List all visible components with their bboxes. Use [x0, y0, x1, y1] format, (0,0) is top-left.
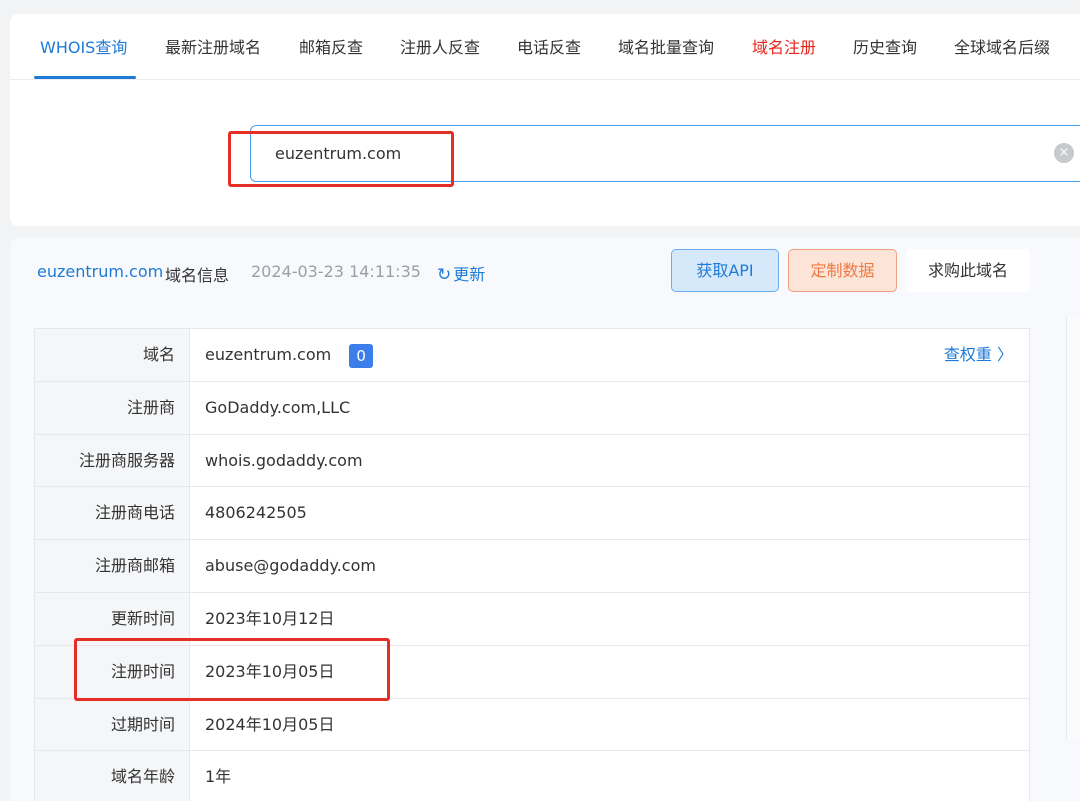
refresh-icon: ↻: [437, 265, 452, 285]
row-label: 过期时间: [35, 698, 190, 751]
refresh-label: 更新: [453, 265, 486, 284]
row-label: 注册商邮箱: [35, 540, 190, 592]
row-value: 2023年10月12日: [205, 608, 335, 628]
row-label: 注册商服务器: [35, 434, 190, 487]
tab-phone-reverse[interactable]: 电话反查: [517, 38, 581, 58]
domain-value: euzentrum.com: [205, 345, 332, 364]
table-row: 域名年龄 1年: [35, 751, 1029, 801]
info-header: euzentrum.com 域名信息 2024-03-23 14:11:35 ↻…: [10, 238, 1080, 304]
row-label: 注册商: [35, 381, 190, 434]
table-row: 注册商邮箱 abuse@godaddy.com: [35, 540, 1029, 593]
table-row: 注册时间 2023年10月05日: [35, 645, 1029, 699]
custom-data-button[interactable]: 定制数据: [788, 249, 897, 292]
tab-batch-query[interactable]: 域名批量查询: [618, 38, 714, 58]
tab-bar: WHOIS查询 最新注册域名 邮箱反查 注册人反查 电话反查 域名批量查询 域名…: [10, 14, 1080, 80]
side-panel-edge: [1066, 318, 1080, 738]
row-label: 注册商电话: [35, 487, 190, 540]
row-value: 4806242505: [205, 503, 307, 523]
search-input[interactable]: [275, 144, 975, 163]
check-weight-link[interactable]: 查权重 〉: [944, 329, 1013, 381]
table-row: 注册商服务器 whois.godaddy.com: [35, 434, 1029, 488]
tab-domain-register[interactable]: 域名注册: [752, 38, 816, 58]
header-domain: euzentrum.com: [37, 262, 164, 281]
search-card: WHOIS查询 最新注册域名 邮箱反查 注册人反查 电话反查 域名批量查询 域名…: [10, 14, 1080, 226]
table-row: 域名 euzentrum.com 0 查权重 〉: [35, 329, 1029, 382]
refresh-button[interactable]: ↻ 更新: [437, 261, 485, 285]
row-label: 更新时间: [35, 592, 190, 645]
search-box: ×: [250, 125, 1080, 182]
tab-registrant-reverse[interactable]: 注册人反查: [400, 38, 480, 58]
tab-history[interactable]: 历史查询: [853, 38, 917, 58]
app-root: WHOIS查询 最新注册域名 邮箱反查 注册人反查 电话反查 域名批量查询 域名…: [0, 0, 1080, 801]
row-label: 域名: [35, 329, 190, 381]
row-value: 2023年10月05日: [205, 661, 335, 681]
header-label: 域名信息: [165, 266, 230, 285]
active-tab-indicator: [34, 76, 136, 79]
domain-info-card: euzentrum.com 域名信息 2024-03-23 14:11:35 ↻…: [10, 238, 1080, 801]
tab-global-suffix[interactable]: 全球域名后缀: [954, 38, 1050, 58]
tab-new-domains[interactable]: 最新注册域名: [165, 38, 261, 58]
row-value: whois.godaddy.com: [205, 450, 363, 470]
get-api-button[interactable]: 获取API: [671, 249, 779, 292]
whois-table: 域名 euzentrum.com 0 查权重 〉 注册商 GoDaddy.com,…: [34, 328, 1030, 801]
table-row: 注册商电话 4806242505: [35, 487, 1029, 541]
tab-email-reverse[interactable]: 邮箱反查: [299, 38, 363, 58]
buy-domain-button[interactable]: 求购此域名: [906, 249, 1030, 292]
row-value: euzentrum.com 0: [205, 329, 374, 381]
clear-icon[interactable]: ×: [1054, 143, 1074, 163]
header-timestamp: 2024-03-23 14:11:35: [251, 262, 421, 281]
row-label: 域名年龄: [35, 751, 190, 801]
row-value: 1年: [205, 767, 232, 787]
tab-whois[interactable]: WHOIS查询: [40, 38, 127, 58]
table-row: 过期时间 2024年10月05日: [35, 698, 1029, 752]
row-value: abuse@godaddy.com: [205, 556, 376, 576]
weight-badge: 0: [349, 343, 374, 368]
row-value: 2024年10月05日: [205, 714, 335, 734]
table-row: 注册商 GoDaddy.com,LLC: [35, 381, 1029, 435]
table-row: 更新时间 2023年10月12日: [35, 592, 1029, 646]
row-value: GoDaddy.com,LLC: [205, 397, 351, 417]
row-label: 注册时间: [35, 645, 190, 698]
